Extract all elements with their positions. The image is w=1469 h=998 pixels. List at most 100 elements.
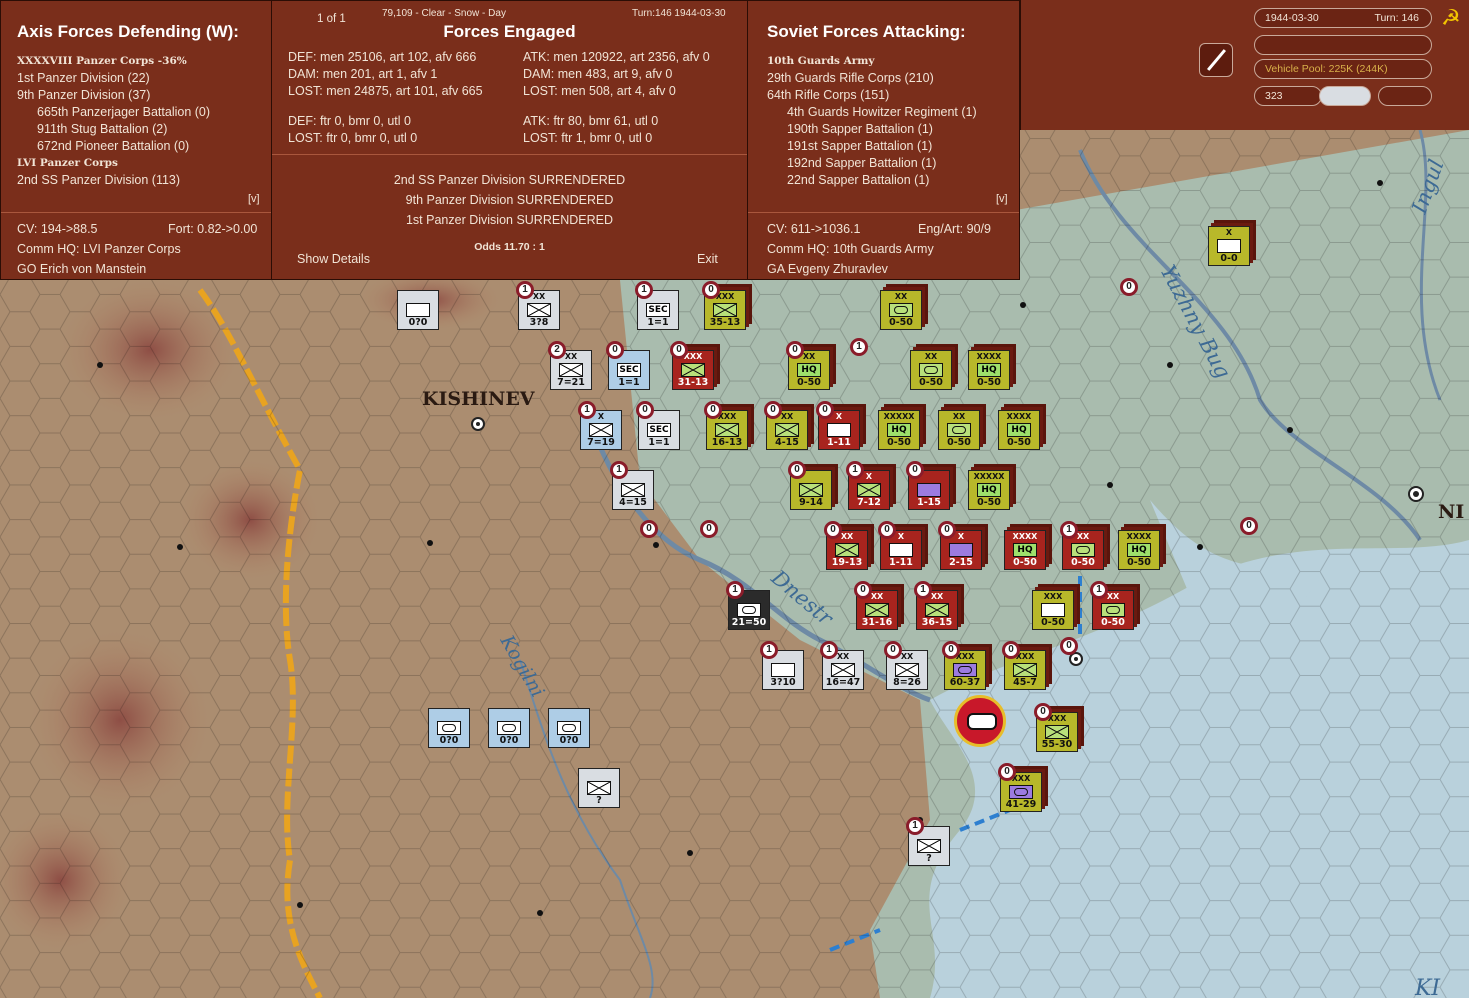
exit-button[interactable]: Exit bbox=[697, 251, 718, 268]
unit-entry: 1st Panzer Division (22) bbox=[17, 71, 150, 85]
unit-counter[interactable]: XXXX HQ 0-50 bbox=[1118, 530, 1160, 570]
unit-strength: 0-50 bbox=[1071, 557, 1095, 568]
conditions: 79,109 - Clear - Snow - Day bbox=[382, 8, 506, 19]
show-details-button[interactable]: Show Details bbox=[297, 251, 370, 268]
cav-icon bbox=[919, 363, 943, 377]
soviet-hq: Comm HQ: 10th Guards Army bbox=[767, 242, 934, 256]
inf-icon bbox=[917, 839, 941, 853]
unit-counter[interactable]: ? bbox=[578, 768, 620, 808]
vehicle-pool-pill: Vehicle Pool: 225K (244K) bbox=[1254, 59, 1432, 79]
loss-line: ATK: ftr 80, bmr 61, utl 0 bbox=[523, 114, 659, 128]
unit-strength: 0-50 bbox=[1101, 617, 1125, 628]
empty-pill[interactable] bbox=[1254, 35, 1432, 55]
unit-entry: 4th Guards Howitzer Regiment (1) bbox=[787, 105, 977, 119]
unit-strength: 0-0 bbox=[1220, 253, 1238, 264]
axis-panel: Axis Forces Defending (W): XXXXVIII Panz… bbox=[0, 0, 272, 280]
unit-counter[interactable]: XXX 0-50 bbox=[1032, 590, 1074, 630]
unit-readiness-pip: 0 bbox=[1002, 641, 1020, 659]
unit-counter[interactable]: XXXX HQ 0-50 bbox=[1004, 530, 1046, 570]
counter-value: 323 bbox=[1265, 90, 1283, 102]
unit-strength: 4-15 bbox=[775, 437, 799, 448]
unit-readiness-pip: 1 bbox=[820, 641, 838, 659]
unit-counter[interactable]: XXXXX HQ 0-50 bbox=[968, 470, 1010, 510]
unit-counter[interactable]: X 0-0 bbox=[1208, 226, 1250, 266]
axis-leader: GO Erich von Manstein bbox=[17, 262, 147, 276]
blank-pill[interactable] bbox=[1378, 86, 1432, 106]
soviet-panel: Soviet Forces Attacking: 10th Guards Arm… bbox=[747, 0, 1020, 280]
engaged-panel: 1 of 1 79,109 - Clear - Snow - Day Turn:… bbox=[271, 0, 748, 280]
axis-expand-button[interactable]: [v] bbox=[248, 191, 260, 208]
hq-icon: HQ bbox=[1013, 543, 1037, 557]
cav-icon bbox=[1071, 543, 1095, 557]
unit-entry: 9th Panzer Division (37) bbox=[17, 88, 151, 102]
unit-strength: 0-50 bbox=[889, 317, 913, 328]
inf-icon bbox=[799, 483, 823, 497]
unit-counter[interactable]: 0?0 bbox=[548, 708, 590, 748]
inf-icon bbox=[559, 363, 583, 377]
unit-counter[interactable]: XX 0-50 bbox=[938, 410, 980, 450]
unit-readiness-pip: 0 bbox=[884, 641, 902, 659]
unit-entry: 191st Sapper Battalion (1) bbox=[787, 139, 933, 153]
unit-counter[interactable]: 0?0 bbox=[428, 708, 470, 748]
unit-readiness-pip: 0 bbox=[636, 401, 654, 419]
blank-icon bbox=[771, 663, 795, 677]
unit-counter[interactable]: XX 0-50 bbox=[910, 350, 952, 390]
hex-pip: 0 bbox=[1120, 278, 1138, 296]
defender-air: DEF: ftr 0, bmr 0, utl 0 LOST: ftr 0, bmr… bbox=[288, 113, 417, 147]
unit-echelon: XX bbox=[924, 352, 938, 361]
unit-counter[interactable]: 0?0 bbox=[397, 290, 439, 330]
r-icon bbox=[406, 303, 430, 317]
inf-icon bbox=[835, 543, 859, 557]
hex-pip: 0 bbox=[1240, 517, 1258, 535]
sickle-hammer-icon: ☭ bbox=[1441, 5, 1461, 30]
combat-marker[interactable] bbox=[954, 695, 1006, 747]
unit-counter[interactable]: XXXX HQ 0-50 bbox=[998, 410, 1040, 450]
unit-counter[interactable]: XX 0-50 bbox=[880, 290, 922, 330]
turn-value: Turn: 146 bbox=[1374, 12, 1419, 24]
axis-hq: Comm HQ: LVI Panzer Corps bbox=[17, 242, 181, 256]
unit-strength: 0-50 bbox=[797, 377, 821, 388]
attacker-air: ATK: ftr 80, bmr 61, utl 0 LOST: ftr 1, b… bbox=[523, 113, 658, 147]
hq-icon: HQ bbox=[1127, 543, 1151, 557]
inf-icon bbox=[925, 603, 949, 617]
engaged-title: Forces Engaged bbox=[443, 22, 576, 41]
unit-strength: 0?0 bbox=[499, 735, 519, 746]
hq-icon: HQ bbox=[1007, 423, 1031, 437]
date-pill: 1944-03-30 Turn: 146 bbox=[1254, 8, 1432, 28]
loss-line: LOST: men 24875, art 101, afv 665 bbox=[288, 84, 483, 98]
result-line: 9th Panzer Division SURRENDERED bbox=[405, 193, 614, 207]
unit-readiness-pip: 0 bbox=[906, 461, 924, 479]
axis-unit-list: XXXXVIII Panzer Corps -36% 1st Panzer Div… bbox=[17, 53, 210, 189]
unit-strength: 0?0 bbox=[559, 735, 579, 746]
soviet-separator bbox=[748, 212, 1019, 213]
inf-icon bbox=[1013, 663, 1037, 677]
unit-strength: 1-15 bbox=[917, 497, 941, 508]
unit-counter[interactable]: XXXX HQ 0-50 bbox=[968, 350, 1010, 390]
unit-counter[interactable]: 0?0 bbox=[488, 708, 530, 748]
unit-echelon: XX bbox=[894, 292, 908, 301]
unit-readiness-pip: 1 bbox=[635, 281, 653, 299]
hq-icon: HQ bbox=[977, 363, 1001, 377]
pencil-tool-button[interactable] bbox=[1199, 43, 1233, 77]
axis-separator bbox=[1, 212, 271, 213]
tank-icon bbox=[967, 713, 997, 730]
unit-entry: 10th Guards Army bbox=[767, 55, 875, 67]
unit-entry: 64th Rifle Corps (151) bbox=[767, 88, 890, 102]
cav-icon bbox=[947, 423, 971, 437]
inf-icon bbox=[589, 423, 613, 437]
unit-strength: 1=1 bbox=[648, 437, 670, 448]
unit-entry: 911th Stug Battalion (2) bbox=[37, 122, 168, 136]
unit-counter[interactable]: XXXXX HQ 0-50 bbox=[878, 410, 920, 450]
unit-echelon: XXXX bbox=[1006, 412, 1032, 421]
unit-entry: 29th Guards Rifle Corps (210) bbox=[767, 71, 934, 85]
axis-title: Axis Forces Defending (W): bbox=[17, 22, 239, 41]
loss-line: LOST: ftr 1, bmr 0, utl 0 bbox=[523, 131, 653, 145]
unit-readiness-pip: 0 bbox=[878, 521, 896, 539]
unit-strength: 1=1 bbox=[647, 317, 669, 328]
unit-strength: 2-15 bbox=[949, 557, 973, 568]
weather-pill[interactable] bbox=[1319, 86, 1371, 106]
unit-strength: 7=19 bbox=[587, 437, 615, 448]
arm-icon bbox=[737, 603, 761, 617]
unit-strength: 55-30 bbox=[1041, 739, 1073, 750]
soviet-expand-button[interactable]: [v] bbox=[996, 191, 1008, 208]
